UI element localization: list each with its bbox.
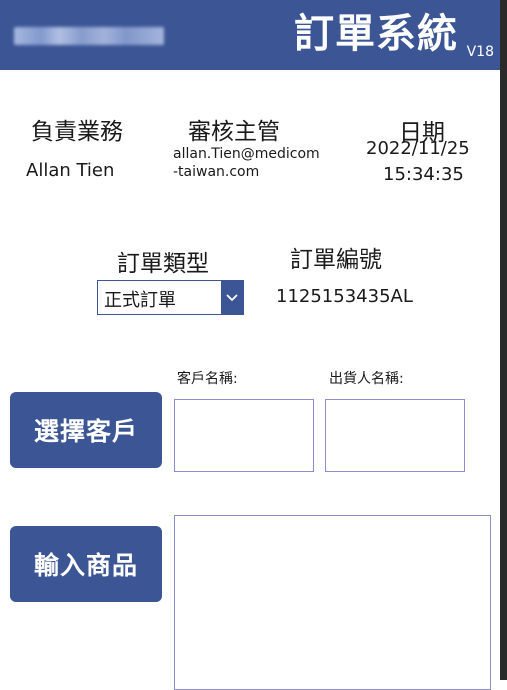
order-type-selected: 正式訂單: [104, 290, 176, 311]
app-title: 訂單系統: [294, 11, 458, 57]
shipper-name-label: 出貨人名稱:: [329, 371, 404, 387]
order-number-value: 1125153435AL: [276, 286, 413, 307]
order-number-label: 訂單編號: [290, 247, 382, 273]
input-products-button[interactable]: 輸入商品: [10, 526, 162, 602]
order-type-dropdown[interactable]: 正式訂單: [97, 280, 244, 315]
company-logo: [14, 27, 164, 45]
sales-name: Allan Tien: [26, 160, 115, 181]
chevron-down-icon[interactable]: [221, 281, 243, 314]
scrollbar[interactable]: [500, 0, 507, 680]
version-label: V18: [466, 44, 494, 60]
supervisor-email: allan.Tien@medicom-taiwan.com: [173, 146, 320, 180]
select-customer-button[interactable]: 選擇客戶: [10, 392, 162, 468]
app-header: 訂單系統 V18: [0, 0, 500, 70]
shipper-name-field[interactable]: [325, 399, 465, 472]
customer-name-label: 客戶名稱:: [177, 371, 238, 387]
products-list-area[interactable]: [174, 515, 491, 690]
sales-label: 負責業務: [31, 119, 123, 145]
time-value: 15:34:35: [383, 164, 464, 185]
order-type-label: 訂單類型: [117, 251, 209, 277]
date-value: 2022/11/25: [366, 138, 470, 159]
supervisor-label: 審核主管: [188, 119, 280, 145]
customer-name-field[interactable]: [174, 399, 314, 472]
